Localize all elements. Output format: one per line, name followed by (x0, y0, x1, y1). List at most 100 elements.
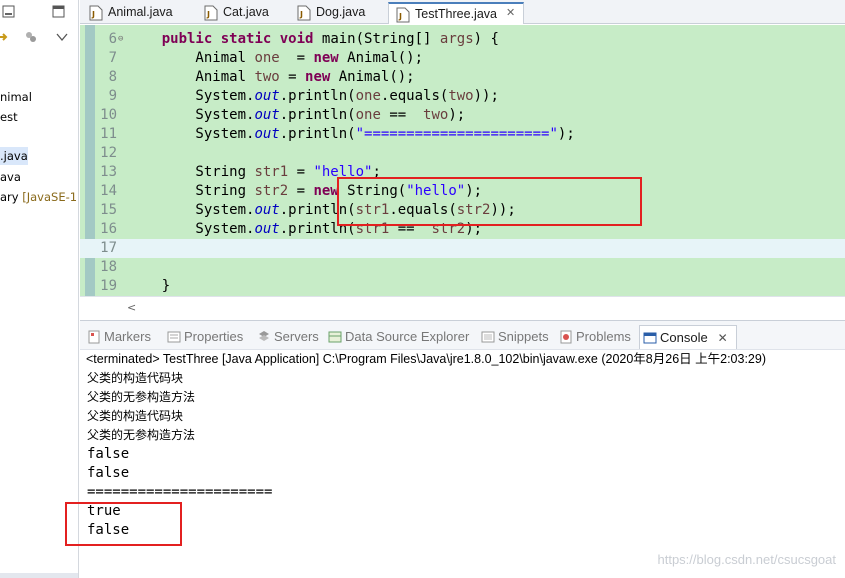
tab-properties[interactable]: Properties (164, 325, 243, 349)
maximize-icon[interactable] (52, 5, 66, 19)
tab-animal-java[interactable]: J Animal.java (82, 2, 173, 24)
tab-label: TestThree.java (415, 7, 497, 21)
code-token: .equals( (389, 202, 457, 218)
code-line[interactable]: 12 (80, 144, 845, 163)
explorer-item[interactable]: ava (0, 168, 21, 186)
svg-text:J: J (299, 10, 303, 19)
explorer-item[interactable]: nimal (0, 88, 32, 106)
code-token: "======================" (355, 126, 558, 142)
code-token: public (161, 31, 213, 47)
code-token: ) { (473, 31, 499, 47)
tab-problems[interactable]: Problems (556, 325, 631, 349)
tab-snippets[interactable]: Snippets (478, 325, 549, 349)
code-token: } (128, 278, 171, 294)
explorer-item[interactable]: est (0, 108, 18, 126)
code-text: } (128, 277, 170, 296)
tab-data-source-explorer[interactable]: Data Source Explorer (325, 325, 469, 349)
line-number: 12 (100, 145, 117, 161)
tab-label: Console (660, 330, 708, 345)
code-token: str2 (254, 183, 289, 199)
code-line[interactable]: 18 (80, 258, 845, 277)
scroll-left-icon[interactable]: < (127, 301, 136, 314)
minimize-icon[interactable] (2, 5, 16, 19)
tab-label: Data Source Explorer (345, 329, 470, 344)
filter-icon[interactable] (24, 30, 38, 44)
code-token: String (128, 183, 255, 199)
tab-label: Problems (576, 329, 631, 344)
close-tab-icon[interactable]: ✕ (506, 8, 516, 19)
code-token: out (254, 202, 280, 218)
code-line[interactable]: 7 Animal one = new Animal(); (80, 49, 845, 68)
code-token: System. (128, 221, 255, 237)
explorer-item-selected[interactable]: .java (0, 147, 28, 165)
code-token: new (313, 50, 339, 66)
line-number: 8 (108, 69, 117, 85)
code-text: Animal two = new Animal(); (128, 68, 415, 87)
code-area[interactable]: 6 ⊖ public static void main(String[] args… (80, 25, 845, 296)
explorer-item-label: ary (0, 190, 19, 204)
code-token: new (313, 183, 339, 199)
console-output-line: 父类的无参构造方法 (87, 428, 196, 442)
console-output-line: 父类的构造代码块 (87, 371, 184, 385)
code-text: System.out.println(one == two); (128, 106, 465, 125)
code-token: Animal(); (330, 69, 415, 85)
code-line[interactable]: 14 String str2 = new String("hello"); (80, 182, 845, 201)
horizontal-scrollbar[interactable]: < (80, 296, 845, 318)
code-line[interactable]: 15 System.out.println(str1.equals(str2))… (80, 201, 845, 220)
watermark-text: https://blog.csdn.net/csucsgoat (657, 552, 837, 567)
code-token: out (254, 107, 280, 123)
code-line[interactable]: 19 } (80, 277, 845, 296)
code-text: public static void main(String[] args) { (128, 30, 499, 49)
code-text: String str2 = new String("hello"); (128, 182, 482, 201)
link-with-editor-icon[interactable] (0, 30, 10, 44)
console-output-line: false (87, 522, 130, 538)
code-text: System.out.println("====================… (128, 125, 574, 144)
code-token: String (128, 164, 255, 180)
view-menu-icon[interactable] (55, 30, 69, 44)
java-editor: J Animal.java J Cat.java J Dog.java J Te… (80, 0, 845, 318)
code-token: ; (372, 164, 381, 180)
code-token: .println( (279, 107, 356, 123)
tab-console[interactable]: Console ✕ (639, 325, 737, 349)
editor-tab-bar: J Animal.java J Cat.java J Dog.java J Te… (80, 0, 845, 24)
package-explorer-panel: nimal est .java ava ary [JavaSE-1. (0, 0, 79, 578)
code-line[interactable]: 13 String str1 = "hello"; (80, 163, 845, 182)
explorer-status-strip (0, 573, 78, 578)
tab-label: Animal.java (108, 5, 173, 19)
java-file-icon: J (204, 5, 218, 21)
tab-cat-java[interactable]: J Cat.java (197, 2, 269, 24)
tab-label: Cat.java (223, 5, 269, 19)
tab-servers[interactable]: Servers (254, 325, 319, 349)
code-token: "hello" (313, 164, 373, 180)
code-line[interactable]: 6 ⊖ public static void main(String[] args… (80, 30, 845, 49)
code-token: void (279, 31, 314, 47)
code-token: .println( (279, 202, 356, 218)
code-token: System. (128, 126, 255, 142)
code-line[interactable]: 11 System.out.println("=================… (80, 125, 845, 144)
code-token: out (254, 88, 280, 104)
code-token: one (254, 50, 280, 66)
code-token: static (220, 31, 272, 47)
explorer-item-decoration: [JavaSE-1. (18, 190, 79, 204)
tab-dog-java[interactable]: J Dog.java (290, 2, 365, 24)
properties-icon (167, 331, 181, 343)
explorer-item-jre-library[interactable]: ary [JavaSE-1. (0, 188, 79, 206)
code-line[interactable]: 8 Animal two = new Animal(); (80, 68, 845, 87)
code-line[interactable]: 10 System.out.println(one == two); (80, 106, 845, 125)
code-line[interactable]: 9 System.out.println(one.equals(two)); (80, 87, 845, 106)
close-tab-icon[interactable]: ✕ (718, 326, 728, 350)
code-token: Animal (128, 50, 255, 66)
tab-testthree-java[interactable]: J TestThree.java ✕ (388, 2, 524, 24)
code-token: ); (465, 221, 483, 237)
tab-markers[interactable]: Markers (84, 325, 151, 349)
console-output-line: 父类的构造代码块 (87, 409, 184, 423)
code-line[interactable]: 17 (80, 239, 845, 258)
code-token: str2 (456, 202, 491, 218)
code-token: two (423, 107, 449, 123)
data-source-icon (328, 331, 342, 343)
code-text: Animal one = new Animal(); (128, 49, 423, 68)
fold-toggle-icon[interactable]: ⊖ (118, 30, 123, 49)
code-line[interactable]: 16 System.out.println(str1 == str2); (80, 220, 845, 239)
code-token: )); (490, 202, 516, 218)
